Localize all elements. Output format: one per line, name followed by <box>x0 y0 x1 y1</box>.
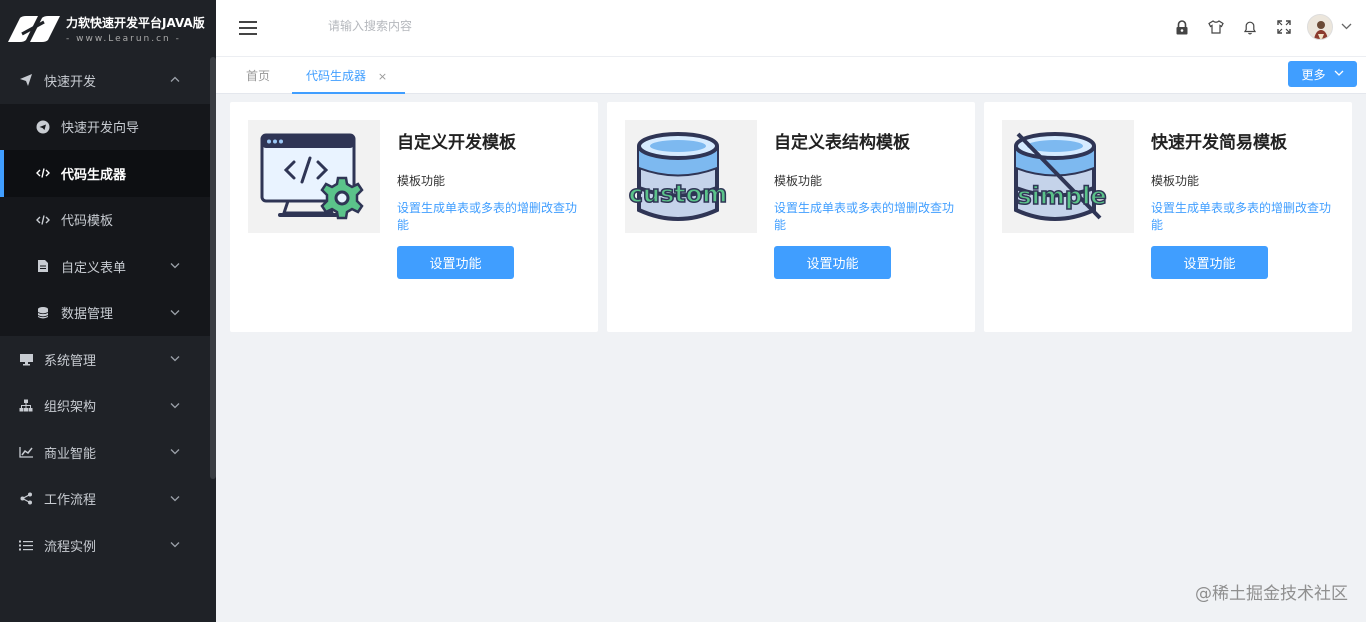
chevron-down-icon <box>170 307 180 318</box>
template-card-custom-table: custom 自定义表结构模板 模板功能 设置生成单表或多表的增删改查功能 设置… <box>607 102 975 332</box>
line-chart-icon <box>18 444 34 460</box>
card-description[interactable]: 设置生成单表或多表的增删改查功能 <box>397 200 583 234</box>
bell-icon[interactable] <box>1241 18 1259 36</box>
sidebar-item-label: 代码生成器 <box>61 167 127 183</box>
database-simple-icon: simple <box>1002 120 1134 233</box>
sidebar: 力软快速开发平台JAVA版 - www.Learun.cn - 快速开发 快速开… <box>0 0 216 622</box>
user-avatar[interactable] <box>1307 14 1333 40</box>
configure-button[interactable]: 设置功能 <box>774 246 891 279</box>
sidebar-item-rapid-dev[interactable]: 快速开发 <box>0 57 210 104</box>
paper-plane-icon <box>18 72 34 88</box>
sidebar-item-label: 代码模板 <box>61 214 114 230</box>
sidebar-scrollbar[interactable] <box>210 57 216 479</box>
sidebar-menu: 快速开发 快速开发向导 代码生成器 代码模板 自定义表单 数据管理 系统管理 组… <box>0 57 210 569</box>
code-icon <box>35 165 51 181</box>
sidebar-item-process-instance[interactable]: 流程实例 <box>0 522 210 569</box>
chevron-down-icon <box>170 493 180 504</box>
card-description[interactable]: 设置生成单表或多表的增删改查功能 <box>774 200 960 234</box>
tshirt-skin-icon[interactable] <box>1207 18 1225 36</box>
menu-toggle-icon[interactable] <box>239 21 257 35</box>
sidebar-item-custom-form[interactable]: 自定义表单 <box>0 243 210 290</box>
list-icon <box>18 537 34 553</box>
chevron-down-icon <box>170 540 180 551</box>
template-card-custom-dev: 自定义开发模板 模板功能 设置生成单表或多表的增删改查功能 设置功能 <box>230 102 598 332</box>
tab-label: 首页 <box>246 69 271 83</box>
sidebar-item-system-management[interactable]: 系统管理 <box>0 336 210 383</box>
chevron-down-icon <box>170 400 180 411</box>
brand-subtitle: - www.Learun.cn - <box>66 33 181 44</box>
lock-icon[interactable] <box>1173 18 1191 36</box>
thumb-text: simple <box>1017 182 1106 210</box>
sidebar-item-business-intelligence[interactable]: 商业智能 <box>0 429 210 476</box>
brand-title: 力软快速开发平台JAVA版 <box>66 15 205 30</box>
search-input[interactable] <box>328 19 528 33</box>
share-icon <box>18 491 34 507</box>
chevron-down-icon <box>170 261 180 272</box>
monitor-icon <box>18 351 34 367</box>
sidebar-item-code-template[interactable]: 代码模板 <box>0 196 210 243</box>
sidebar-item-label: 商业智能 <box>44 446 97 462</box>
sidebar-item-data-management[interactable]: 数据管理 <box>0 289 210 336</box>
card-label: 模板功能 <box>397 174 446 188</box>
brand-logo[interactable]: 力软快速开发平台JAVA版 - www.Learun.cn - <box>0 0 216 57</box>
configure-button[interactable]: 设置功能 <box>1151 246 1268 279</box>
tab-label: 代码生成器 <box>306 69 367 83</box>
card-title: 自定义表结构模板 <box>774 133 910 153</box>
telegram-icon <box>35 119 51 135</box>
chevron-down-icon <box>170 447 180 458</box>
brand-text: 力软快速开发平台JAVA版 - www.Learun.cn - <box>66 14 205 44</box>
top-header <box>216 0 1366 57</box>
sidebar-item-organization[interactable]: 组织架构 <box>0 383 210 430</box>
sidebar-item-label: 自定义表单 <box>61 260 127 276</box>
sidebar-item-label: 系统管理 <box>44 353 97 369</box>
fullscreen-icon[interactable] <box>1275 18 1293 36</box>
header-actions <box>1157 14 1352 40</box>
configure-button[interactable]: 设置功能 <box>397 246 514 279</box>
learun-logo-icon <box>8 15 60 42</box>
chevron-down-icon[interactable] <box>1341 22 1352 33</box>
sidebar-item-label: 工作流程 <box>44 493 97 509</box>
template-card-quick-simple: simple 快速开发简易模板 模板功能 设置生成单表或多表的增删改查功能 设置… <box>984 102 1352 332</box>
chevron-down-icon <box>170 354 180 365</box>
more-label: 更多 <box>1301 67 1326 82</box>
thumb-text: custom <box>629 180 728 208</box>
code-icon <box>35 212 51 228</box>
card-label: 模板功能 <box>774 174 823 188</box>
sidebar-item-code-generator[interactable]: 代码生成器 <box>0 150 210 197</box>
tab-home[interactable]: 首页 <box>232 57 284 94</box>
card-title: 自定义开发模板 <box>397 133 516 153</box>
database-icon <box>35 305 51 321</box>
card-title: 快速开发简易模板 <box>1151 133 1287 153</box>
sidebar-item-label: 快速开发向导 <box>61 121 140 137</box>
chevron-down-icon <box>1334 69 1344 79</box>
watermark: @稀土掘金技术社区 <box>1195 584 1348 604</box>
code-gear-icon <box>248 120 380 233</box>
sidebar-item-workflow[interactable]: 工作流程 <box>0 476 210 523</box>
file-icon <box>35 258 51 274</box>
sidebar-item-label: 数据管理 <box>61 307 114 323</box>
chevron-up-icon <box>170 75 180 86</box>
sidebar-item-label: 组织架构 <box>44 400 97 416</box>
sitemap-icon <box>18 398 34 414</box>
card-label: 模板功能 <box>1151 174 1200 188</box>
sidebar-item-dev-wizard[interactable]: 快速开发向导 <box>0 103 210 150</box>
card-description[interactable]: 设置生成单表或多表的增删改查功能 <box>1151 200 1337 234</box>
database-custom-icon: custom <box>625 120 757 233</box>
tab-code-generator[interactable]: 代码生成器 × <box>292 57 406 94</box>
more-tabs-button[interactable]: 更多 <box>1288 61 1357 87</box>
close-icon[interactable]: × <box>378 70 387 83</box>
sidebar-item-label: 流程实例 <box>44 539 97 555</box>
sidebar-item-label: 快速开发 <box>44 74 97 90</box>
page-tabs: 首页 代码生成器 × 更多 <box>216 57 1366 94</box>
